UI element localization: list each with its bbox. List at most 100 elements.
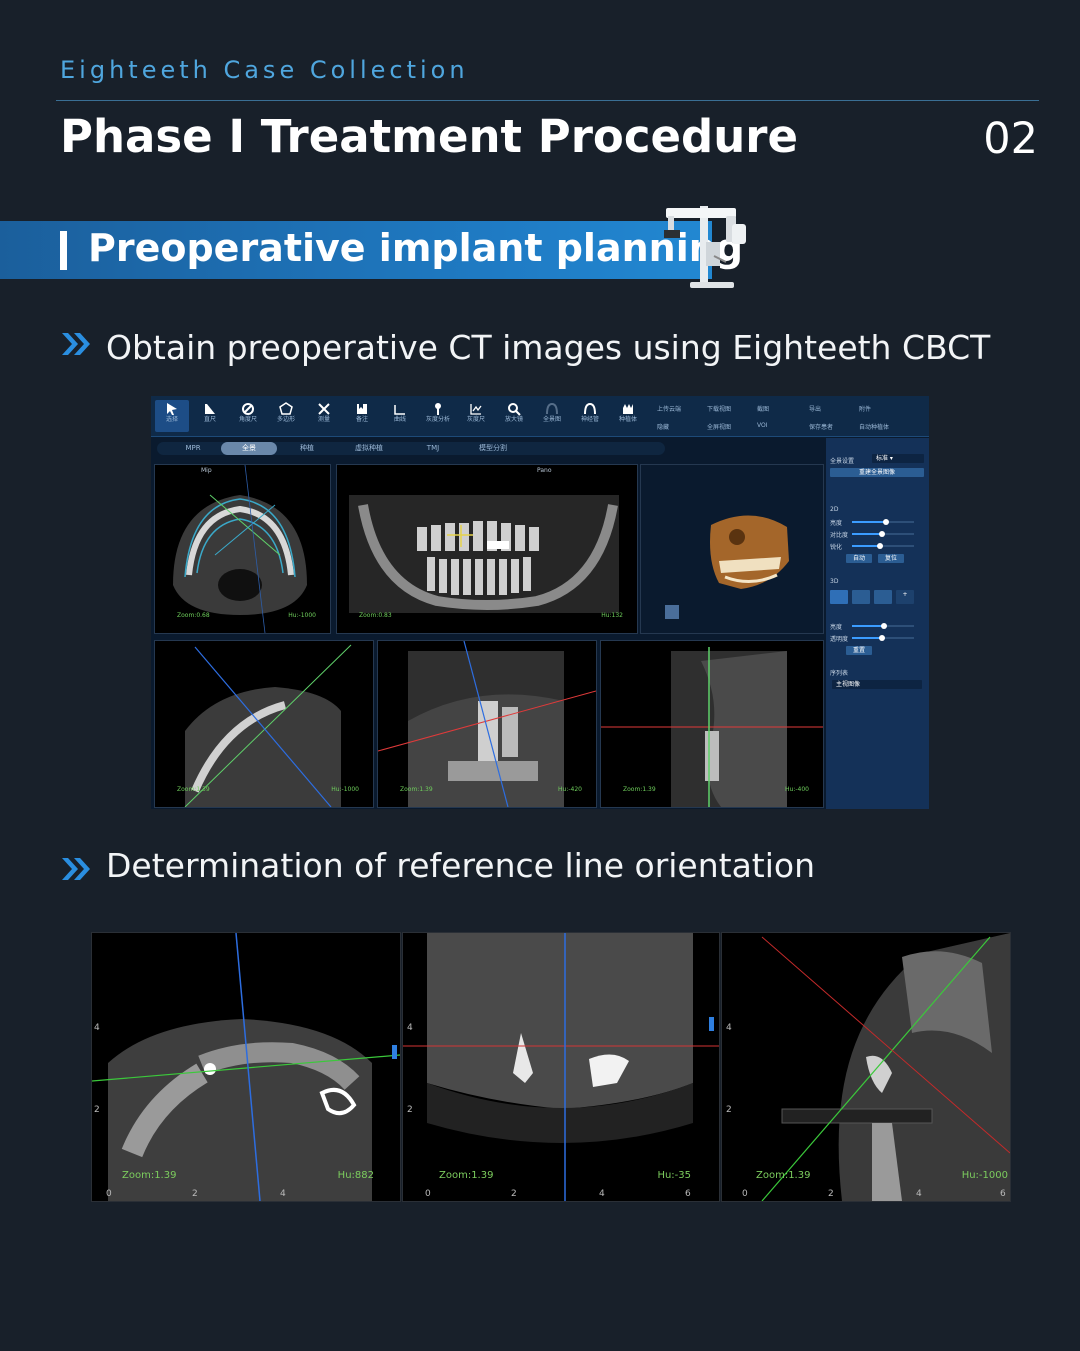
nerve-canal-tool[interactable]: 神经管	[573, 400, 607, 432]
reset-2d-button[interactable]: 复位	[878, 554, 904, 563]
tab-virtual-implant[interactable]: 虚拟种植	[341, 442, 397, 455]
ct-view-axial[interactable]: 4 2 0 2 4 Zoom:1.39 Hu:882	[91, 932, 401, 1202]
step1-chevron-icon	[60, 330, 94, 365]
bone-preset-button[interactable]	[852, 590, 870, 604]
teeth-preset-button[interactable]	[874, 590, 892, 604]
auto-implant-button[interactable]: 自动种植体	[859, 422, 889, 431]
fullscreen-view-button[interactable]: 全屏视图	[707, 422, 731, 431]
voi-button[interactable]: VOI	[757, 422, 768, 429]
gray-analysis-tool[interactable]: 灰度分析	[421, 400, 455, 432]
screenshot-button[interactable]: 截图	[757, 404, 769, 413]
cbct-machine-icon	[664, 206, 746, 288]
download-view-button[interactable]: 下载视图	[707, 404, 731, 413]
zoom-readout: Zoom:1.39	[623, 786, 656, 793]
tool-label: 测量	[317, 416, 330, 423]
zoom-readout: Zoom:1.39	[439, 1170, 494, 1181]
ruler-tick: 0	[106, 1189, 112, 1199]
measure-tool[interactable]: 测量	[307, 400, 341, 432]
curve-tool[interactable]: 曲线	[383, 400, 417, 432]
axial-view[interactable]: Mip Zoom:0.68 Hu:-1000	[154, 464, 331, 634]
attachment-button[interactable]: 附件	[859, 404, 871, 413]
series-select[interactable]: 主视图像	[832, 680, 922, 689]
hide-button[interactable]: 隐藏	[657, 422, 669, 431]
panorama-mode-select[interactable]: 标准 ▾	[872, 454, 924, 463]
slider-label: 亮度	[830, 624, 843, 631]
tab-mpr[interactable]: MPR	[165, 442, 221, 455]
zoom-readout: Zoom:1.39	[756, 1170, 811, 1181]
auto-button[interactable]: 自动	[846, 554, 872, 563]
slider-label: 亮度	[830, 520, 843, 527]
tab-panorama[interactable]: 全景	[221, 442, 277, 455]
3d-opacity-slider[interactable]	[852, 635, 914, 641]
select-value: 主视图像	[836, 681, 861, 688]
control-panel: 全景设置 标准 ▾ 重建全景图像 2D 亮度 对比度 锐化 自动 复位 3D +…	[826, 438, 929, 809]
ruler-tick: 0	[742, 1189, 748, 1199]
ruler-tool[interactable]: 直尺	[193, 400, 227, 432]
tab-model-segmentation[interactable]: 模型分割	[465, 442, 521, 455]
hu-readout: Hu:-1000	[288, 612, 316, 619]
tab-implant[interactable]: 种植	[279, 442, 335, 455]
section-2d-label: 2D	[830, 506, 839, 513]
ruler-tick: 4	[726, 1023, 732, 1033]
reset-3d-button[interactable]: 重置	[846, 646, 872, 655]
zoom-readout: Zoom:1.39	[122, 1170, 177, 1181]
ruler-tick: 2	[828, 1189, 834, 1199]
tool-label: 神经管	[580, 416, 599, 423]
3d-view[interactable]	[640, 464, 824, 634]
add-preset-button[interactable]: +	[896, 590, 914, 604]
tool-label: 多边形	[276, 416, 295, 423]
ct-view-coronal[interactable]: 4 2 0 2 4 6 Zoom:1.39 Hu:-35	[402, 932, 720, 1202]
ruler-tick: 0	[425, 1189, 431, 1199]
sagittal-view-2[interactable]: Zoom:1.39 Hu:-400	[600, 640, 824, 808]
zoom-readout: Zoom:0.68	[177, 612, 210, 619]
tool-label: 种植体	[618, 416, 637, 423]
skin-preset-button[interactable]	[830, 590, 848, 604]
ruler-tick: 6	[1000, 1189, 1006, 1199]
note-tool[interactable]: 备注	[345, 400, 379, 432]
contrast-slider[interactable]	[852, 531, 914, 537]
series-label: 序列表	[830, 670, 849, 677]
upload-cloud-button[interactable]: 上传云端	[657, 404, 681, 413]
axial-slice-image	[92, 933, 400, 1201]
ruler-tick: 2	[407, 1105, 413, 1115]
panorama-setting-label: 全景设置	[830, 458, 855, 465]
hu-readout: Hu:-35	[657, 1170, 691, 1181]
ruler-tick: 2	[192, 1189, 198, 1199]
reconstruct-panorama-button[interactable]: 重建全景图像	[830, 468, 924, 477]
save-patient-button[interactable]: 保存患者	[809, 422, 833, 431]
coronal-view-1[interactable]: Zoom:1.39 Hu:-420	[377, 640, 597, 808]
ruler-tick: 4	[94, 1023, 100, 1033]
polygon-tool[interactable]: 多边形	[269, 400, 303, 432]
gray-ruler-tool[interactable]: 灰度尺	[459, 400, 493, 432]
sagittal-view-1[interactable]: Zoom:1.39 Hu:-1000	[154, 640, 374, 808]
page-title: Phase I Treatment Procedure	[60, 110, 798, 163]
ruler-tick: 4	[280, 1189, 286, 1199]
tab-tmj[interactable]: TMJ	[405, 442, 461, 455]
select-tool[interactable]: 选择	[155, 400, 189, 432]
header-divider	[56, 100, 1039, 101]
section-3d-label: 3D	[830, 578, 839, 585]
ruler-tick: 2	[726, 1105, 732, 1115]
panoramic-view[interactable]: Pano Zoom:0.83 Hu:132	[336, 464, 638, 634]
tool-label: 角度尺	[238, 416, 257, 423]
magnifier-tool[interactable]: 放大镜	[497, 400, 531, 432]
brightness-slider[interactable]	[852, 519, 914, 525]
ct-slice-image	[184, 644, 352, 807]
angle-tool[interactable]: 角度尺	[231, 400, 265, 432]
ruler-tick: 2	[511, 1189, 517, 1199]
3d-brightness-slider[interactable]	[852, 623, 914, 629]
hu-readout: Hu:882	[337, 1170, 374, 1181]
zoom-readout: Zoom:0.83	[359, 612, 392, 619]
ct-view-sagittal[interactable]: 4 2 0 2 4 6 Zoom:1.39 Hu:-1000	[721, 932, 1011, 1202]
panorama-tool[interactable]: 全景图	[535, 400, 569, 432]
page-number: 02	[983, 114, 1038, 164]
ct-slice-image	[601, 647, 823, 807]
implant-tool[interactable]: 种植体	[611, 400, 645, 432]
ruler-tick: 4	[599, 1189, 605, 1199]
hu-readout: Hu:-400	[785, 786, 809, 793]
tool-label: 选择	[165, 416, 178, 423]
zoom-readout: Zoom:1.39	[177, 786, 210, 793]
sharpen-slider[interactable]	[852, 543, 914, 549]
tool-label: 直尺	[203, 416, 216, 423]
export-button[interactable]: 导出	[809, 404, 821, 413]
